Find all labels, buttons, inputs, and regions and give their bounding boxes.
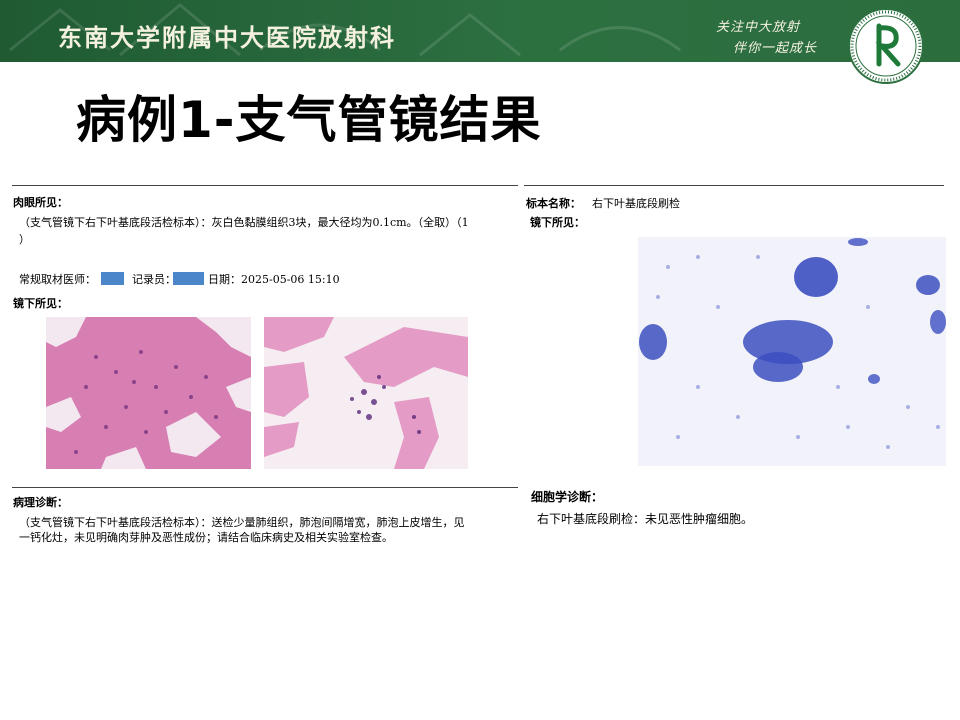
he-micrograph-1 <box>46 317 251 469</box>
hospital-logo <box>848 8 924 84</box>
slogan-line1: 关注中大放射 <box>716 20 801 35</box>
sampler-label: 常规取材医师： <box>19 273 96 286</box>
diagnosis-text: （支气管镜下右下叶基底段活检标本）：送检少量肺组织，肺泡间隔增宽，肺泡上皮增生，… <box>19 516 465 529</box>
cytology-diagnosis-label: 细胞学诊断： <box>531 490 604 504</box>
diagnosis-text-cont: 一钙化灶，未见明确肉芽肿及恶性成份；请结合临床病史及相关实验室检查。 <box>19 531 393 544</box>
specimen-label: 标本名称： <box>526 197 581 210</box>
diagnosis-label: 病理诊断： <box>13 496 68 509</box>
gross-text-cont: ） <box>19 233 30 246</box>
cytology-micrograph <box>638 237 946 466</box>
micro-label: 镜下所见： <box>13 297 68 310</box>
gross-label: 肉眼所见： <box>13 196 68 209</box>
he-micrograph-2 <box>264 317 468 469</box>
gross-text: （支气管镜下右下叶基底段活检标本）：灰白色黏膜组织3块，最大径均为0.1cm。（… <box>19 216 469 229</box>
micro-label: 镜下所见： <box>530 216 585 229</box>
divider <box>524 185 944 186</box>
header-bar: 东南大学附属中大医院放射科 关注中大放射 伴你一起成长 <box>0 0 960 62</box>
slogan-line2: 伴你一起成长 <box>733 41 818 56</box>
recorder-label: 记录员： <box>132 273 176 286</box>
redacted-name <box>101 272 124 285</box>
cytology-diagnosis-text: 右下叶基底段刷检：未见恶性肿瘤细胞。 <box>537 512 754 526</box>
page-title: 病例1-支气管镜结果 <box>76 91 542 149</box>
date-label: 日期：2025-05-06 15:10 <box>208 273 340 286</box>
divider <box>12 185 518 186</box>
divider <box>12 487 518 488</box>
specimen-value: 右下叶基底段刷检 <box>592 197 680 210</box>
hospital-name: 东南大学附属中大医院放射科 <box>58 23 396 52</box>
redacted-name <box>173 272 204 285</box>
